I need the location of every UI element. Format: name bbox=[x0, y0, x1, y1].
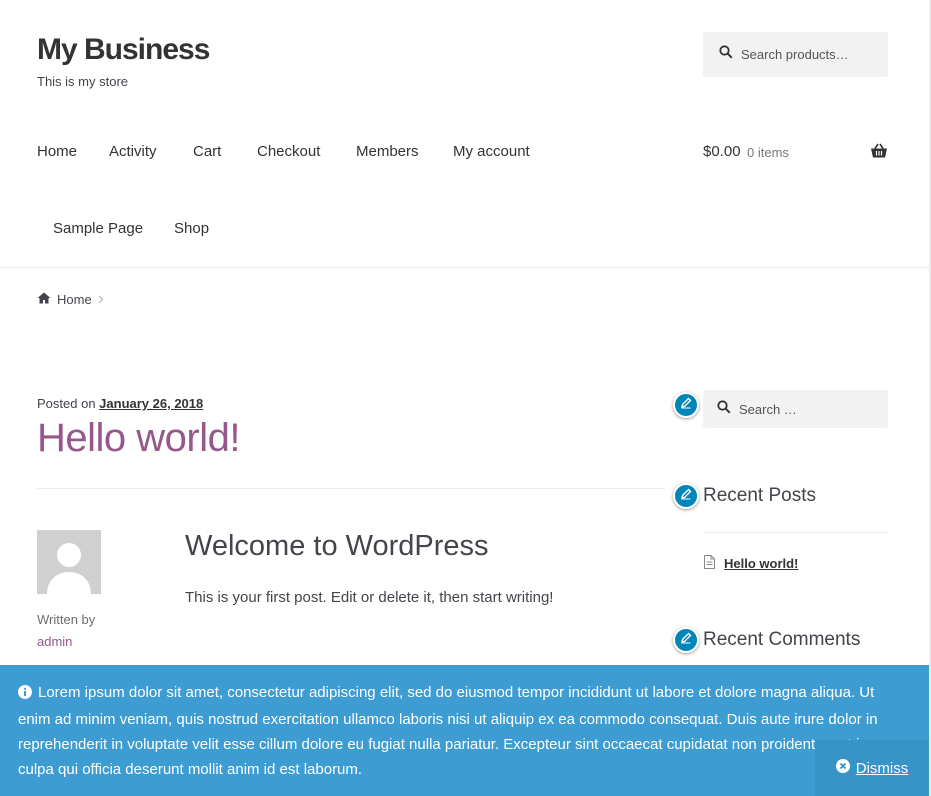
home-icon bbox=[37, 292, 51, 307]
nav-item-checkout[interactable]: Checkout bbox=[257, 143, 320, 160]
nav-item-cart[interactable]: Cart bbox=[193, 143, 221, 160]
widget-divider bbox=[703, 532, 888, 533]
avatar bbox=[37, 530, 101, 594]
recent-comments-title: Recent Comments bbox=[703, 629, 861, 650]
pencil-icon bbox=[680, 487, 692, 505]
cart-amount: $0.00 bbox=[703, 143, 741, 160]
nav-item-home[interactable]: Home bbox=[37, 143, 77, 160]
store-notice-text: Lorem ipsum dolor sit amet, consectetur … bbox=[18, 684, 878, 778]
post-divider bbox=[37, 488, 665, 489]
nav-item-activity[interactable]: Activity bbox=[109, 143, 157, 160]
dismiss-button[interactable]: Dismiss bbox=[815, 740, 929, 796]
header-divider bbox=[0, 267, 929, 268]
author-link[interactable]: admin bbox=[37, 634, 72, 649]
search-placeholder: Search products… bbox=[741, 47, 849, 62]
dismiss-label: Dismiss bbox=[855, 759, 909, 777]
document-icon bbox=[703, 555, 716, 572]
cart-count: 0 items bbox=[747, 145, 789, 160]
pencil-icon bbox=[680, 396, 692, 414]
search-icon bbox=[717, 399, 731, 419]
info-icon bbox=[18, 682, 32, 707]
site-description: This is my store bbox=[37, 74, 129, 89]
nav-item-my-account[interactable]: My account bbox=[453, 143, 530, 160]
product-search-input[interactable]: Search products… bbox=[703, 32, 888, 77]
search-placeholder: Search … bbox=[739, 401, 797, 417]
recent-post-link[interactable]: Hello world! bbox=[724, 556, 798, 571]
sidebar-search-input[interactable]: Search … bbox=[703, 390, 888, 428]
recent-posts-title: Recent Posts bbox=[703, 485, 816, 506]
breadcrumb-home-link[interactable]: Home bbox=[57, 292, 92, 307]
edit-search-widget-button[interactable] bbox=[673, 392, 699, 418]
nav-item-sample-page[interactable]: Sample Page bbox=[53, 220, 143, 237]
site-title[interactable]: My Business bbox=[37, 33, 210, 67]
post-date-link[interactable]: January 26, 2018 bbox=[99, 396, 203, 411]
post-meta: Posted on January 26, 2018 bbox=[37, 396, 203, 411]
header-cart[interactable]: $0.00 0 items bbox=[703, 143, 888, 163]
edit-recent-comments-button[interactable] bbox=[673, 627, 699, 653]
shopping-basket-icon bbox=[870, 143, 888, 163]
entry-text: This is your first post. Edit or delete … bbox=[185, 589, 554, 606]
written-by-label: Written by bbox=[37, 612, 96, 627]
entry-heading: Welcome to WordPress bbox=[185, 530, 489, 562]
chevron-right-icon bbox=[98, 292, 104, 307]
breadcrumb: Home bbox=[37, 292, 104, 307]
nav-item-shop[interactable]: Shop bbox=[174, 220, 209, 237]
pencil-icon bbox=[680, 631, 692, 649]
close-circle-icon bbox=[835, 759, 850, 777]
store-notice: Lorem ipsum dolor sit amet, consectetur … bbox=[0, 665, 929, 796]
post-title[interactable]: Hello world! bbox=[37, 416, 240, 461]
list-item: Hello world! bbox=[703, 555, 798, 572]
posted-on-label: Posted on bbox=[37, 396, 96, 411]
search-icon bbox=[719, 45, 733, 64]
edit-recent-posts-button[interactable] bbox=[673, 483, 699, 509]
nav-item-members[interactable]: Members bbox=[356, 143, 419, 160]
